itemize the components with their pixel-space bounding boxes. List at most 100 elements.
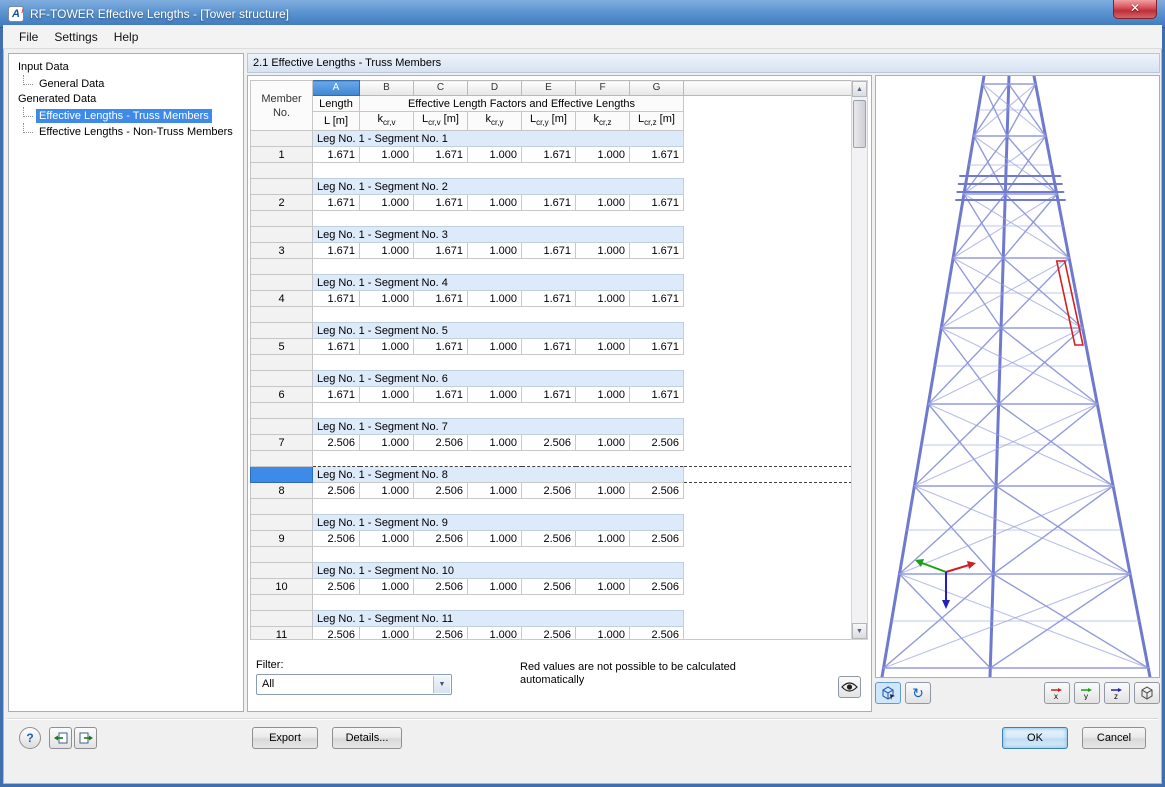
table-data-row[interactable]: 10 2.506 1.000 2.506 1.000 2.506 1.000 2…	[251, 579, 852, 595]
value-cell[interactable]: 1.000	[468, 531, 522, 547]
value-cell[interactable]: 1.000	[360, 531, 414, 547]
value-cell[interactable]: 1.000	[576, 147, 630, 163]
nav-previous-button[interactable]	[49, 727, 72, 749]
tree-section-generated-data[interactable]: Generated Data	[13, 91, 239, 107]
value-cell[interactable]: 2.506	[522, 483, 576, 499]
table-group-header-row[interactable]: Leg No. 1 - Segment No. 8	[251, 467, 852, 483]
scroll-down-button[interactable]: ▼	[852, 623, 867, 639]
value-cell[interactable]: 1.000	[360, 243, 414, 259]
tree-item-non-truss-members[interactable]: Effective Lengths - Non-Truss Members	[13, 123, 239, 139]
member-no-cell[interactable]: 1	[251, 147, 313, 163]
table-group-header-row[interactable]: Leg No. 1 - Segment No. 10	[251, 563, 852, 579]
value-cell[interactable]: 1.000	[576, 579, 630, 595]
value-cell[interactable]: 1.000	[468, 627, 522, 640]
value-cell[interactable]: 1.000	[576, 195, 630, 211]
value-cell[interactable]: 1.671	[313, 291, 360, 307]
column-letter-cell[interactable]: F	[576, 81, 630, 96]
value-cell[interactable]: 2.506	[522, 627, 576, 640]
group-header-member-cell[interactable]	[251, 611, 313, 627]
value-cell[interactable]: 1.671	[414, 339, 468, 355]
value-cell[interactable]: 1.671	[313, 243, 360, 259]
value-cell[interactable]: 1.671	[313, 147, 360, 163]
ok-button[interactable]: OK	[1002, 727, 1068, 749]
help-button[interactable]: ?	[19, 727, 41, 749]
table-group-header-row[interactable]: Leg No. 1 - Segment No. 1	[251, 131, 852, 147]
value-cell[interactable]: 1.671	[630, 243, 684, 259]
value-cell[interactable]: 2.506	[630, 627, 684, 640]
value-cell[interactable]: 1.671	[522, 243, 576, 259]
menu-settings[interactable]: Settings	[46, 27, 105, 47]
group-label-cell[interactable]: Leg No. 1 - Segment No. 5	[313, 323, 684, 339]
value-cell[interactable]: 2.506	[313, 627, 360, 640]
value-cell[interactable]: 1.000	[468, 435, 522, 451]
value-cell[interactable]: 1.000	[576, 339, 630, 355]
value-cell[interactable]: 1.000	[360, 483, 414, 499]
value-cell[interactable]: 1.000	[576, 531, 630, 547]
value-cell[interactable]: 2.506	[630, 531, 684, 547]
member-no-cell[interactable]: 9	[251, 531, 313, 547]
group-header-member-cell[interactable]	[251, 371, 313, 387]
filter-dropdown[interactable]: All ▼	[256, 674, 452, 695]
value-cell[interactable]: 1.000	[360, 435, 414, 451]
table-group-header-row[interactable]: Leg No. 1 - Segment No. 6	[251, 371, 852, 387]
table-group-header-row[interactable]: Leg No. 1 - Segment No. 2	[251, 179, 852, 195]
value-cell[interactable]: 1.671	[630, 339, 684, 355]
table-group-header-row[interactable]: Leg No. 1 - Segment No. 9	[251, 515, 852, 531]
display-results-button[interactable]	[838, 676, 861, 698]
value-cell[interactable]: 2.506	[630, 579, 684, 595]
table-data-row[interactable]: 3 1.671 1.000 1.671 1.000 1.671 1.000 1.…	[251, 243, 852, 259]
view-x-button[interactable]: x	[1044, 682, 1070, 704]
tree-item-general-data[interactable]: General Data	[13, 75, 239, 91]
column-letter-cell[interactable]: E	[522, 81, 576, 96]
value-cell[interactable]: 2.506	[522, 435, 576, 451]
tree-item-truss-members[interactable]: Effective Lengths - Truss Members	[13, 107, 239, 123]
group-label-cell[interactable]: Leg No. 1 - Segment No. 7	[313, 419, 684, 435]
view-z-button[interactable]: z	[1104, 682, 1130, 704]
value-cell[interactable]: 2.506	[414, 483, 468, 499]
table-group-header-row[interactable]: Leg No. 1 - Segment No. 11	[251, 611, 852, 627]
move-view-button[interactable]	[875, 682, 901, 704]
details-button[interactable]: Details...	[332, 727, 402, 749]
table-group-header-row[interactable]: Leg No. 1 - Segment No. 5	[251, 323, 852, 339]
value-cell[interactable]: 1.671	[522, 291, 576, 307]
scroll-up-button[interactable]: ▲	[852, 81, 867, 97]
group-label-cell[interactable]: Leg No. 1 - Segment No. 2	[313, 179, 684, 195]
value-cell[interactable]: 1.000	[576, 387, 630, 403]
value-cell[interactable]: 1.671	[313, 195, 360, 211]
value-cell[interactable]: 2.506	[414, 627, 468, 640]
value-cell[interactable]: 1.671	[414, 387, 468, 403]
table-vertical-scrollbar[interactable]: ▲ ▼	[851, 80, 868, 640]
value-cell[interactable]: 1.000	[576, 627, 630, 640]
member-no-cell[interactable]: 11	[251, 627, 313, 640]
table-data-row[interactable]: 8 2.506 1.000 2.506 1.000 2.506 1.000 2.…	[251, 483, 852, 499]
group-label-cell[interactable]: Leg No. 1 - Segment No. 10	[313, 563, 684, 579]
value-cell[interactable]: 1.671	[630, 147, 684, 163]
value-cell[interactable]: 1.000	[468, 387, 522, 403]
value-cell[interactable]: 1.000	[360, 291, 414, 307]
column-letter-cell[interactable]: D	[468, 81, 522, 96]
member-no-cell[interactable]: 5	[251, 339, 313, 355]
value-cell[interactable]: 1.000	[468, 483, 522, 499]
group-label-cell[interactable]: Leg No. 1 - Segment No. 8	[313, 467, 684, 483]
group-header-member-cell[interactable]	[251, 227, 313, 243]
value-cell[interactable]: 1.671	[313, 387, 360, 403]
column-letter-cell[interactable]: G	[630, 81, 684, 96]
value-cell[interactable]: 1.000	[360, 579, 414, 595]
table-group-header-row[interactable]: Leg No. 1 - Segment No. 7	[251, 419, 852, 435]
value-cell[interactable]: 1.671	[414, 195, 468, 211]
value-cell[interactable]: 1.000	[468, 147, 522, 163]
value-cell[interactable]: 2.506	[313, 483, 360, 499]
value-cell[interactable]: 1.671	[522, 339, 576, 355]
value-cell[interactable]: 1.000	[360, 387, 414, 403]
value-cell[interactable]: 1.671	[522, 147, 576, 163]
value-cell[interactable]: 1.000	[468, 243, 522, 259]
group-header-member-cell[interactable]	[251, 515, 313, 531]
value-cell[interactable]: 1.671	[414, 291, 468, 307]
scroll-thumb[interactable]	[853, 100, 866, 148]
member-no-cell[interactable]: 2	[251, 195, 313, 211]
value-cell[interactable]: 1.000	[576, 291, 630, 307]
value-cell[interactable]: 1.671	[313, 339, 360, 355]
table-data-row[interactable]: 9 2.506 1.000 2.506 1.000 2.506 1.000 2.…	[251, 531, 852, 547]
table-data-row[interactable]: 5 1.671 1.000 1.671 1.000 1.671 1.000 1.…	[251, 339, 852, 355]
value-cell[interactable]: 2.506	[414, 579, 468, 595]
